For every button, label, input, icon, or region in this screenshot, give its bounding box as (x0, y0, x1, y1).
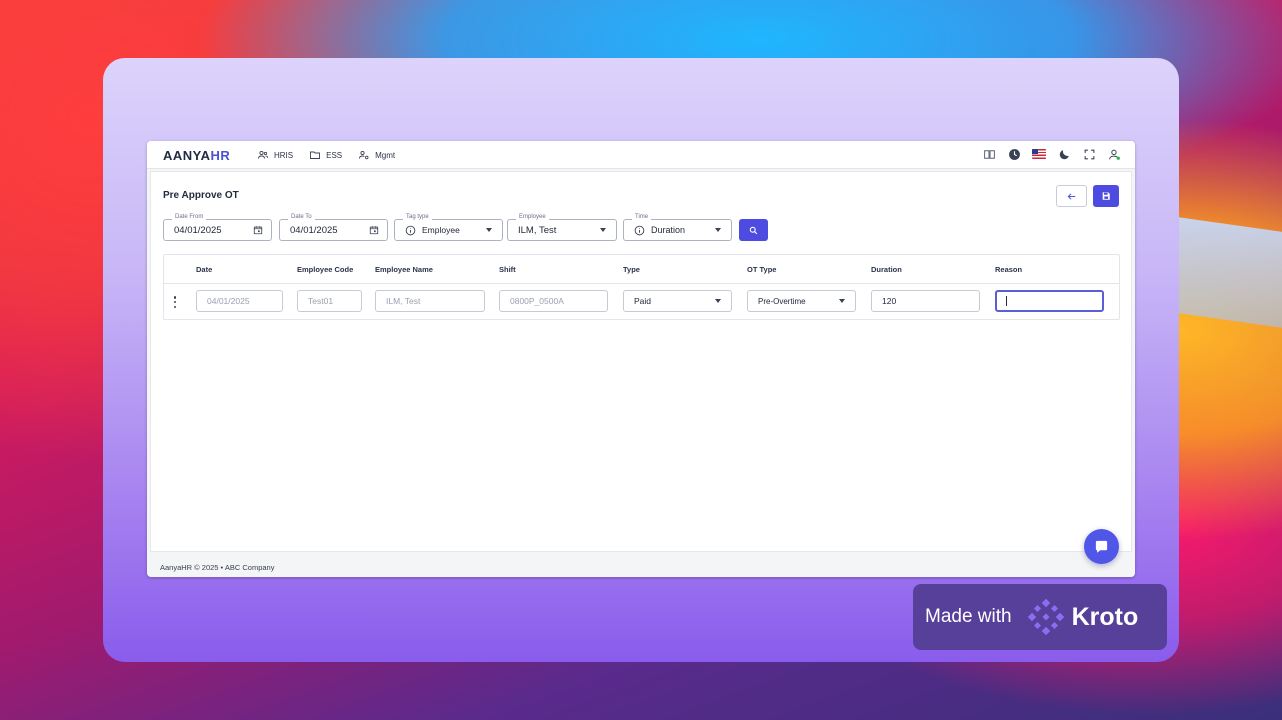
people-icon (258, 150, 269, 159)
tag-type-value: Employee (422, 225, 460, 235)
row-ot-type-select[interactable]: Pre-Overtime (747, 290, 856, 312)
search-button[interactable] (739, 219, 768, 241)
row-employee-code-field: Test01 (297, 290, 362, 312)
main-nav: HRIS ESS Mgmt (257, 149, 395, 161)
time-value: Duration (651, 225, 686, 235)
user-profile-icon[interactable] (1107, 147, 1121, 161)
col-ot-type: OT Type (747, 265, 777, 274)
chat-button[interactable] (1084, 529, 1119, 564)
row-type-select[interactable]: Paid (623, 290, 732, 312)
app-logo[interactable]: AANYAHR (163, 148, 230, 163)
col-reason: Reason (995, 265, 1023, 274)
tag-type-select[interactable]: Tag type Employee (394, 214, 503, 241)
kroto-text: Kroto (1071, 602, 1139, 631)
info-icon (405, 225, 416, 236)
employee-value: ILM, Test (518, 224, 557, 236)
calendar-icon[interactable] (369, 225, 379, 235)
date-from-label: Date From (172, 214, 207, 220)
date-to-label: Date To (288, 214, 315, 220)
clock-icon[interactable] (1007, 147, 1021, 161)
row-employee-name-field: ILM, Test (375, 290, 485, 312)
made-with-kroto-badge[interactable]: Made with Kroto (913, 584, 1167, 650)
date-from-value: 04/01/2025 (174, 224, 222, 236)
topbar-actions (982, 147, 1121, 161)
search-icon (749, 226, 758, 234)
user-gear-icon (359, 150, 369, 160)
time-label: Time (632, 214, 652, 220)
arrow-left-icon (1067, 192, 1076, 200)
col-employee-name: Employee Name (375, 265, 433, 274)
moon-icon[interactable] (1057, 147, 1071, 161)
row-reason-input[interactable] (995, 290, 1104, 312)
col-employee-code: Employee Code (297, 265, 354, 274)
back-button[interactable] (1056, 185, 1087, 207)
col-shift: Shift (499, 265, 516, 274)
chevron-down-icon (713, 225, 723, 235)
app-window: AANYAHR HRIS ESS Mgmt Pre Approve OT Dat… (147, 141, 1135, 577)
employee-label: Employee (516, 214, 549, 220)
date-from-field[interactable]: Date From 04/01/2025 (163, 214, 272, 241)
nav-item-mgmt[interactable]: Mgmt (358, 149, 395, 161)
col-type: Type (623, 265, 640, 274)
calendar-icon[interactable] (253, 225, 263, 235)
book-icon[interactable] (982, 147, 996, 161)
top-navbar: AANYAHR HRIS ESS Mgmt (147, 141, 1135, 169)
date-to-value: 04/01/2025 (290, 224, 338, 236)
nav-item-hris[interactable]: HRIS (257, 149, 293, 161)
footer: AanyaHR © 2025 • ABC Company (160, 562, 275, 572)
folder-icon (310, 151, 321, 159)
text-cursor (1006, 296, 1007, 306)
kroto-brand: Kroto (1026, 597, 1139, 637)
row-ot-type-value: Pre-Overtime (758, 296, 806, 306)
table-row: 04/01/2025 Test01 ILM, Test 0800P_0500A … (164, 284, 1119, 320)
chevron-down-icon (839, 299, 845, 303)
employee-select[interactable]: Employee ILM, Test (507, 214, 617, 241)
kebab-menu-icon[interactable] (173, 296, 177, 308)
ot-table: Date Employee Code Employee Name Shift T… (163, 254, 1120, 320)
info-icon (634, 225, 645, 236)
main-content: Pre Approve OT Date From 04/01/2025 Date… (150, 171, 1132, 552)
page-title: Pre Approve OT (163, 190, 239, 201)
row-date-field: 04/01/2025 (196, 290, 283, 312)
tag-type-label: Tag type (403, 214, 432, 220)
chevron-down-icon (715, 299, 721, 303)
col-duration: Duration (871, 265, 902, 274)
save-icon (1102, 192, 1110, 200)
chat-bubble-icon (1095, 540, 1108, 553)
chevron-down-icon (598, 225, 608, 235)
row-duration-input[interactable]: 120 (871, 290, 980, 312)
us-flag-icon[interactable] (1032, 147, 1046, 161)
time-select[interactable]: Time Duration (623, 214, 732, 241)
nav-item-ess[interactable]: ESS (309, 149, 342, 161)
save-button[interactable] (1093, 185, 1119, 207)
col-date: Date (196, 265, 213, 274)
fullscreen-icon[interactable] (1082, 147, 1096, 161)
date-to-field[interactable]: Date To 04/01/2025 (279, 214, 388, 241)
row-shift-field: 0800P_0500A (499, 290, 608, 312)
made-with-text: Made with (925, 606, 1012, 627)
row-type-value: Paid (634, 296, 652, 306)
kroto-logo-icon (1027, 598, 1064, 636)
chevron-down-icon (484, 225, 494, 235)
table-header: Date Employee Code Employee Name Shift T… (164, 255, 1119, 284)
